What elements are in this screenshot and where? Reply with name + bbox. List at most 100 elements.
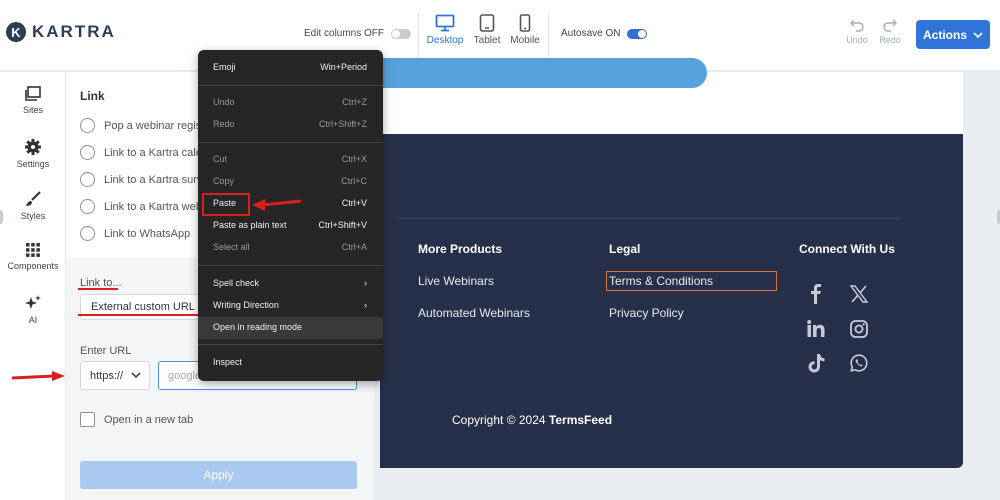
device-desktop[interactable]: Desktop — [424, 14, 466, 46]
rail-label: Styles — [20, 211, 46, 221]
radio-button[interactable] — [80, 118, 95, 133]
new-tab-checkbox[interactable] — [80, 412, 95, 427]
option-label: Link to a Kartra cale — [104, 146, 202, 159]
radio-button[interactable] — [80, 172, 95, 187]
footer-link-terms[interactable]: Terms & Conditions — [609, 274, 713, 288]
grid-icon — [26, 243, 40, 257]
brush-icon — [26, 191, 41, 206]
undo-icon — [850, 19, 864, 32]
rail-label: Components — [7, 261, 59, 271]
menu-item-shortcut: Ctrl+Shift+V — [318, 220, 367, 230]
radio-button[interactable] — [80, 199, 95, 214]
menu-item-copy[interactable]: Copy Ctrl+C — [198, 171, 383, 193]
menu-separator — [198, 344, 383, 345]
redo-icon — [883, 19, 897, 32]
kartra-logo[interactable]: K KARTRA — [6, 22, 116, 42]
menu-item-shortcut: Win+Period — [320, 62, 367, 72]
menu-item-inspect[interactable]: Inspect — [198, 352, 383, 374]
left-edge-handle[interactable] — [0, 210, 3, 224]
instagram-icon[interactable] — [850, 320, 868, 338]
link-option[interactable]: Pop a webinar regis — [80, 118, 201, 133]
apply-button[interactable]: Apply — [80, 461, 357, 489]
protocol-value: https:// — [90, 370, 124, 382]
menu-item-cut[interactable]: Cut Ctrl+X — [198, 149, 383, 171]
device-label: Tablet — [473, 35, 501, 46]
submenu-arrow-icon: › — [364, 278, 367, 288]
menu-item-label: Paste as plain text — [213, 220, 287, 230]
left-rail: Sites Settings Styles Components AI — [0, 72, 66, 500]
actions-button[interactable]: Actions — [916, 20, 990, 49]
copyright-text: Copyright © 2024 TermsFeed — [452, 413, 612, 427]
radio-button[interactable] — [80, 226, 95, 241]
menu-item-select-all[interactable]: Select all Ctrl+A — [198, 237, 383, 259]
rail-item-ai[interactable]: AI — [0, 294, 66, 325]
menu-item-shortcut: Ctrl+X — [341, 154, 367, 164]
edit-columns-switch[interactable] — [391, 28, 412, 39]
redo-button[interactable]: Redo — [875, 18, 905, 45]
menu-item-shortcut: Ctrl+A — [341, 242, 367, 252]
device-label: Mobile — [510, 35, 540, 46]
page-cta-button[interactable] — [380, 58, 707, 88]
menu-item-redo[interactable]: Redo Ctrl+Shift+Z — [198, 114, 383, 136]
linkedin-icon[interactable] — [807, 320, 825, 337]
menu-item-label: Emoji — [213, 62, 236, 72]
copyright-brand: TermsFeed — [548, 413, 613, 427]
autosave-switch[interactable] — [627, 28, 648, 39]
menu-item-shortcut: Ctrl+Z — [342, 97, 367, 107]
edit-columns-toggle[interactable]: Edit columns OFF — [304, 28, 412, 39]
footer-link[interactable]: Privacy Policy — [609, 306, 684, 320]
undo-label: Undo — [846, 35, 868, 45]
menu-item-paste-plain[interactable]: Paste as plain text Ctrl+Shift+V — [198, 215, 383, 237]
option-label: Link to a Kartra web — [104, 200, 202, 213]
enter-url-label: Enter URL — [80, 345, 132, 357]
device-mobile[interactable]: Mobile — [504, 14, 546, 46]
sparkle-icon — [25, 295, 41, 309]
tiktok-icon[interactable] — [808, 354, 825, 373]
chevron-down-icon — [973, 31, 983, 38]
gear-icon — [25, 139, 41, 155]
rail-item-styles[interactable]: Styles — [0, 190, 66, 221]
menu-item-reading-mode[interactable]: Open in reading mode — [198, 317, 383, 339]
footer-heading: Legal — [609, 242, 641, 256]
link-option[interactable]: Link to a Kartra cale — [80, 145, 202, 160]
link-option-whatsapp[interactable]: Link to WhatsApp — [80, 226, 190, 241]
menu-separator — [198, 142, 383, 143]
autosave-toggle[interactable]: Autosave ON — [561, 28, 648, 39]
new-tab-option[interactable]: Open in a new tab — [80, 412, 193, 427]
submenu-arrow-icon: › — [364, 300, 367, 310]
radio-button[interactable] — [80, 145, 95, 160]
link-option[interactable]: Link to a Kartra web — [80, 199, 202, 214]
divider — [418, 13, 419, 59]
menu-item-label: Inspect — [213, 357, 243, 367]
rail-item-sites[interactable]: Sites — [0, 86, 66, 115]
mobile-icon — [519, 14, 531, 32]
footer-link[interactable]: Automated Webinars — [418, 306, 530, 320]
annotation-highlight-box — [202, 193, 250, 216]
device-label: Desktop — [426, 35, 464, 46]
actions-label: Actions — [922, 27, 967, 42]
facebook-icon[interactable] — [808, 284, 824, 304]
footer-divider — [398, 218, 902, 219]
tablet-icon — [479, 14, 495, 32]
menu-item-shortcut: Ctrl+V — [341, 198, 367, 208]
menu-item-label: Writing Direction — [213, 300, 279, 310]
menu-separator — [198, 85, 383, 86]
link-option[interactable]: Link to a Kartra surv — [80, 172, 202, 187]
annotation-arrow — [11, 371, 65, 381]
menu-item-label: Copy — [213, 176, 235, 186]
menu-item-spell-check[interactable]: Spell check › — [198, 273, 383, 295]
redo-label: Redo — [879, 35, 901, 45]
footer-link[interactable]: Live Webinars — [418, 274, 494, 288]
copyright-prefix: Copyright © 2024 — [452, 413, 546, 427]
rail-item-components[interactable]: Components — [0, 242, 66, 271]
menu-item-emoji[interactable]: Emoji Win+Period — [198, 57, 383, 79]
undo-button[interactable]: Undo — [842, 18, 872, 45]
menu-item-writing-direction[interactable]: Writing Direction › — [198, 295, 383, 317]
menu-item-undo[interactable]: Undo Ctrl+Z — [198, 92, 383, 114]
rail-item-settings[interactable]: Settings — [0, 138, 66, 169]
x-icon[interactable] — [850, 285, 868, 303]
whatsapp-icon[interactable] — [850, 354, 868, 372]
protocol-select[interactable]: https:// — [80, 361, 150, 390]
menu-item-shortcut: Ctrl+C — [341, 176, 367, 186]
device-tablet[interactable]: Tablet — [466, 14, 508, 46]
